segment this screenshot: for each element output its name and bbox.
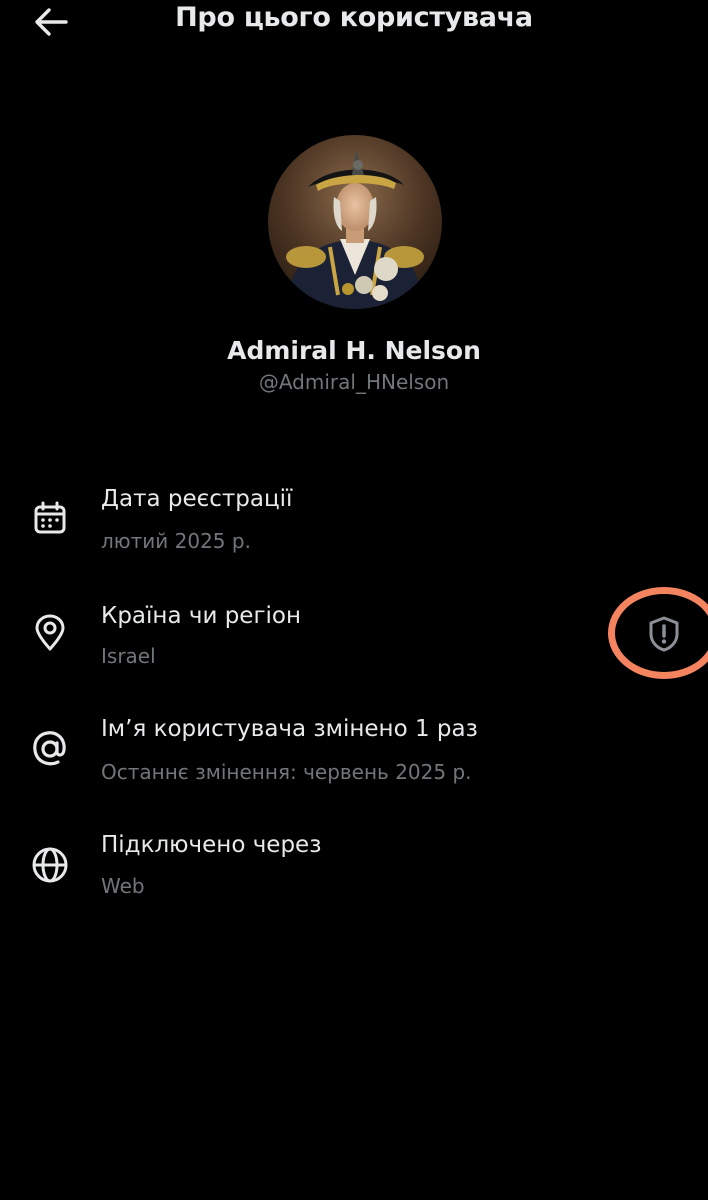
display-name: Admiral H. Nelson — [227, 336, 481, 365]
info-row-username-changes: Ім’я користувача змінено 1 раз Останнє з… — [0, 711, 708, 811]
info-value: Web — [101, 874, 145, 898]
info-row-connected-via: Підключено через Web — [0, 827, 708, 927]
globe-icon — [30, 845, 70, 885]
info-label: Ім’я користувача змінено 1 раз — [101, 716, 478, 742]
location-pin-icon — [30, 613, 70, 653]
info-value: лютий 2025 р. — [101, 529, 251, 553]
user-handle: @Admiral_HNelson — [258, 370, 450, 394]
info-row-registration-date: Дата реєстрації лютий 2025 р. — [0, 480, 708, 580]
info-label: Країна чи регіон — [101, 603, 302, 629]
info-label: Підключено через — [101, 832, 322, 858]
at-sign-icon — [30, 729, 70, 769]
info-value: Israel — [101, 644, 156, 668]
page-title: Про цього користувача — [175, 2, 533, 33]
highlight-circle-annotation — [608, 587, 708, 679]
info-value: Останнє змінення: червень 2025 р. — [101, 760, 472, 784]
calendar-icon — [30, 498, 70, 538]
avatar[interactable] — [268, 135, 442, 309]
info-label: Дата реєстрації — [101, 486, 293, 512]
portrait-image — [268, 135, 442, 309]
info-row-country: Країна чи регіон Israel — [0, 597, 708, 697]
